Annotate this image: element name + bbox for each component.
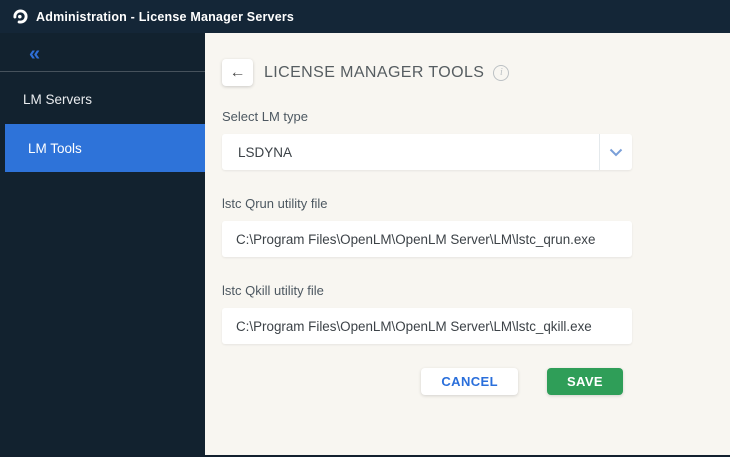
- window-title: Administration - License Manager Servers: [36, 10, 294, 24]
- qkill-label: lstc Qkill utility file: [222, 283, 632, 298]
- top-bar: Administration - License Manager Servers: [0, 0, 730, 33]
- save-button[interactable]: SAVE: [547, 368, 623, 395]
- action-button-row: CANCEL SAVE: [222, 368, 632, 395]
- qrun-group: lstc Qrun utility file: [222, 196, 632, 257]
- sidebar-item-lm-tools[interactable]: LM Tools: [5, 124, 205, 172]
- lm-type-label: Select LM type: [222, 109, 632, 124]
- chevron-down-icon[interactable]: [599, 134, 632, 170]
- app-window: Administration - License Manager Servers…: [0, 0, 730, 457]
- sidebar-item-label: LM Tools: [28, 141, 82, 156]
- page-title: LICENSE MANAGER TOOLS: [264, 64, 484, 82]
- qkill-path-input[interactable]: [222, 308, 632, 344]
- lm-type-group: Select LM type LSDYNA: [222, 109, 632, 170]
- sidebar-divider: [0, 71, 205, 72]
- sidebar-item-label: LM Servers: [23, 92, 92, 107]
- openlm-logo-icon: [12, 8, 29, 25]
- page-header: ← LICENSE MANAGER TOOLS i: [222, 59, 730, 86]
- lm-type-select[interactable]: LSDYNA: [222, 134, 632, 170]
- lm-type-selected-value: LSDYNA: [222, 145, 599, 160]
- qkill-group: lstc Qkill utility file: [222, 283, 632, 344]
- qrun-path-input[interactable]: [222, 221, 632, 257]
- back-button[interactable]: ←: [222, 59, 253, 86]
- main-panel: ← LICENSE MANAGER TOOLS i Select LM type…: [205, 33, 730, 455]
- info-icon[interactable]: i: [493, 65, 509, 81]
- cancel-button[interactable]: CANCEL: [421, 368, 518, 395]
- sidebar-collapse-icon[interactable]: «: [0, 33, 205, 71]
- sidebar: « LM Servers LM Tools: [0, 33, 205, 455]
- qrun-label: lstc Qrun utility file: [222, 196, 632, 211]
- sidebar-item-lm-servers[interactable]: LM Servers: [0, 74, 205, 124]
